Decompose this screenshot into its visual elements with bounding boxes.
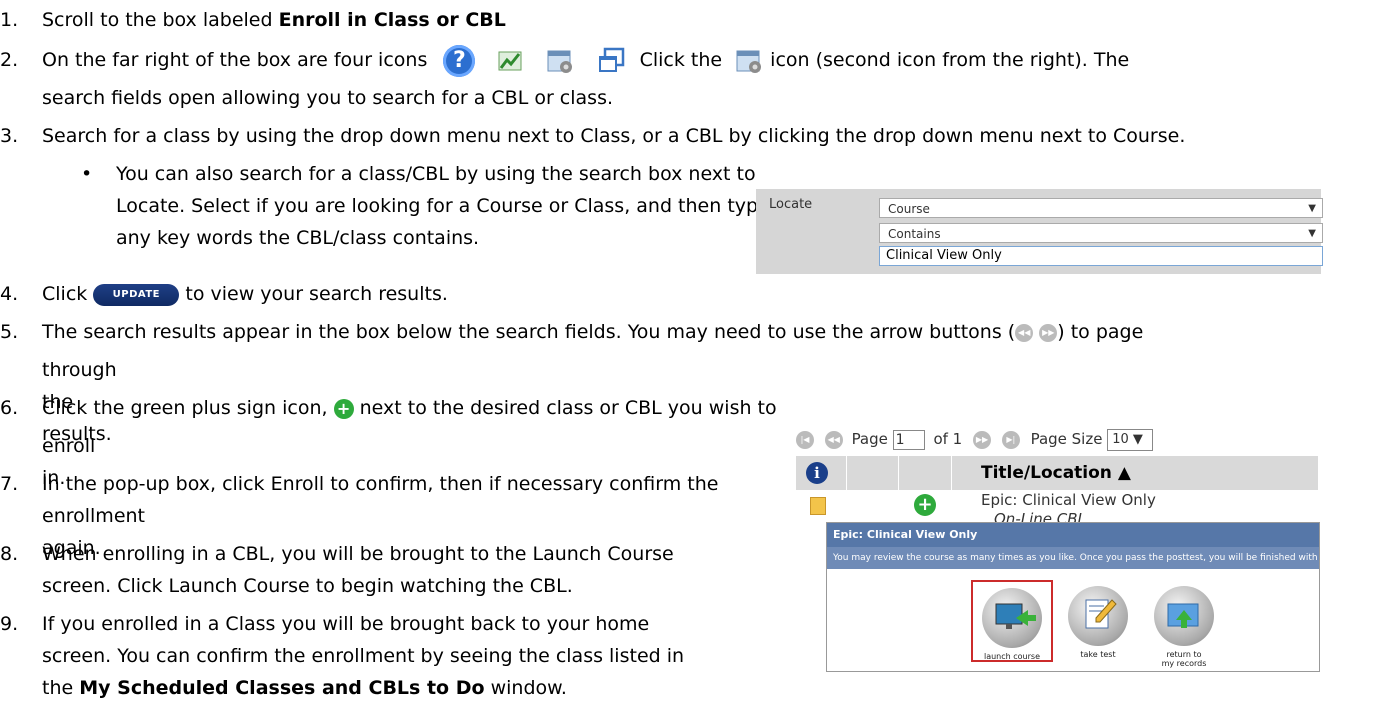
launch-panel-description: You may review the course as many times … xyxy=(827,547,1319,585)
step-text: icon (second icon from the right). The xyxy=(770,49,1130,71)
dropdown-arrow-icon: ▼ xyxy=(1308,203,1316,214)
launch-panel-title: Epic: Clinical View Only xyxy=(827,523,1319,547)
course-title: Epic: Clinical View Only xyxy=(981,491,1156,509)
step-number: 2. xyxy=(0,49,19,71)
update-button: UPDATE xyxy=(93,283,180,306)
test-pencil-icon xyxy=(1068,586,1128,646)
next-page-icon: ▶▶ xyxy=(1039,323,1058,342)
step-number: 9. xyxy=(0,613,19,635)
locate-label: Locate xyxy=(769,197,813,212)
page-size-select[interactable]: 10 ▼ xyxy=(1107,428,1154,451)
monitor-arrow-icon xyxy=(982,588,1042,648)
return-to-my-records-button[interactable]: return to my records xyxy=(1143,580,1225,668)
green-plus-icon: + xyxy=(333,398,354,419)
title-location-header[interactable]: Title/Location ▲ xyxy=(981,456,1131,490)
folder-arrow-icon xyxy=(1154,586,1214,646)
results-table-header: i Title/Location ▲ xyxy=(796,456,1318,490)
step-number: 3. xyxy=(0,125,19,147)
locate-field-select[interactable]: Course ▼ xyxy=(879,198,1323,218)
green-plus-icon[interactable]: + xyxy=(914,494,936,516)
locate-operator-select[interactable]: Contains ▼ xyxy=(879,223,1323,243)
step-number: 4. xyxy=(0,283,19,305)
step-number: 8. xyxy=(0,543,19,565)
step-text: Scroll to the box labeled xyxy=(42,9,279,31)
first-page-icon: |◀ xyxy=(796,430,814,449)
bullet-dot: • xyxy=(81,163,93,185)
window-name: My Scheduled Classes and CBLs to Do xyxy=(79,677,485,699)
locate-search-input[interactable]: Clinical View Only xyxy=(879,246,1323,266)
launch-course-button[interactable]: launch course xyxy=(971,580,1053,662)
page-number-input[interactable]: 1 xyxy=(892,429,925,450)
previous-page-icon: ◀◀ xyxy=(1015,323,1034,342)
next-page-icon: ▶▶ xyxy=(973,430,992,449)
dropdown-arrow-icon: ▼ xyxy=(1132,431,1143,447)
box-name: Enroll in Class or CBL xyxy=(278,9,506,31)
step-number: 7. xyxy=(0,473,19,495)
step-text: Click the xyxy=(639,49,723,71)
results-pager: |◀ ◀◀ Page 1 of 1 ▶▶ ▶| Page Size 10 ▼ xyxy=(796,424,1316,454)
dropdown-arrow-icon: ▼ xyxy=(1308,228,1316,239)
search-settings-icon xyxy=(547,50,573,73)
take-test-button[interactable]: take test xyxy=(1057,580,1139,662)
last-page-icon: ▶| xyxy=(1001,430,1020,449)
maximize-window-icon xyxy=(598,47,624,72)
step-number: 6. xyxy=(0,397,19,419)
previous-page-icon: ◀◀ xyxy=(824,430,843,449)
step-text: Search for a class by using the drop dow… xyxy=(42,125,1186,147)
launch-course-panel: Epic: Clinical View Only You may review … xyxy=(826,522,1320,672)
locate-search-panel: Locate Course ▼ Contains ▼ Clinical View O… xyxy=(756,189,1323,274)
export-excel-icon xyxy=(498,51,522,70)
document-icon xyxy=(810,497,826,515)
step-number: 5. xyxy=(0,321,19,343)
info-icon: i xyxy=(806,462,828,484)
step-text: On the far right of the box are four ico… xyxy=(42,49,428,71)
search-settings-icon xyxy=(736,50,762,73)
help-icon: ? xyxy=(443,44,476,77)
step-number: 1. xyxy=(0,9,19,31)
instructions-document: 1. Scroll to the box labeled Enroll in C… xyxy=(0,0,1385,719)
